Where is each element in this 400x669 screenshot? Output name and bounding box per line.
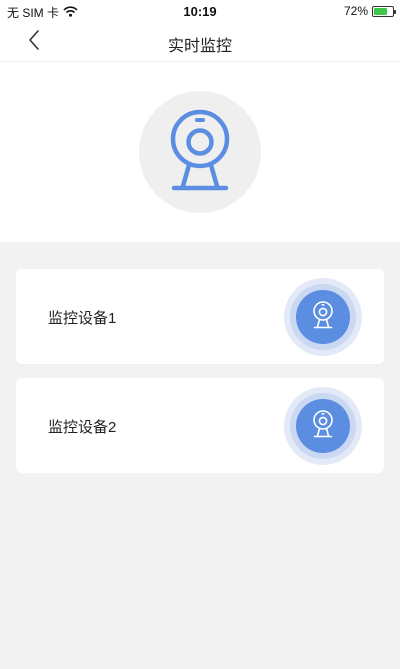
battery-percent: 72%: [343, 4, 368, 18]
nav-bar: 实时监控: [0, 22, 400, 62]
battery-icon: [372, 5, 396, 17]
status-right: 72%: [343, 4, 396, 18]
status-bar: 无 SIM 卡 10:19 72%: [0, 0, 400, 22]
device-icon-badge: [284, 387, 362, 465]
page-title: 实时监控: [167, 38, 232, 55]
badge-ring: [290, 284, 356, 350]
device-name: 监控设备2: [48, 419, 117, 436]
device-card-2[interactable]: 监控设备2: [16, 378, 384, 473]
battery-level: [374, 7, 387, 15]
webcam-icon: [311, 300, 335, 335]
device-card-1[interactable]: 监控设备1: [16, 269, 384, 364]
hero-avatar: [139, 91, 261, 213]
badge-ring: [290, 393, 356, 459]
status-time: 10:19: [183, 4, 217, 19]
device-icon-badge: [284, 278, 362, 356]
hero-section: [0, 62, 400, 242]
device-name: 监控设备1: [48, 310, 117, 327]
badge-core: [296, 290, 350, 344]
badge-core: [296, 399, 350, 453]
webcam-icon: [164, 109, 236, 196]
webcam-icon: [311, 409, 335, 444]
